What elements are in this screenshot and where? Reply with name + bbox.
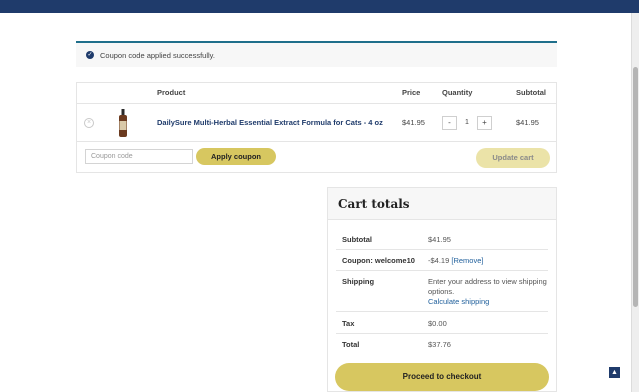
header-product: Product bbox=[157, 88, 186, 97]
proceed-to-checkout-button[interactable]: Proceed to checkout bbox=[335, 363, 549, 391]
calculate-shipping-link[interactable]: Calculate shipping bbox=[428, 297, 489, 306]
site-header-bar bbox=[0, 0, 639, 13]
cart-table: Product Price Quantity Subtotal × DailyS… bbox=[76, 82, 557, 173]
tax-value: $0.00 bbox=[428, 319, 447, 328]
quantity-plus-button[interactable]: + bbox=[477, 116, 492, 130]
subtotal-label: Subtotal bbox=[342, 235, 372, 244]
cart-totals-panel: Cart totals Subtotal $41.95 Coupon: welc… bbox=[327, 187, 557, 392]
shipping-info: Enter your address to view shipping opti… bbox=[428, 277, 547, 296]
tax-label: Tax bbox=[342, 319, 355, 328]
divider bbox=[336, 270, 548, 271]
notice-message: Coupon code applied successfully. bbox=[100, 50, 215, 60]
coupon-value: -$4.19 [Remove] bbox=[428, 256, 483, 265]
total-value: $37.76 bbox=[428, 340, 451, 349]
product-thumbnail[interactable] bbox=[117, 109, 129, 137]
remove-item-icon[interactable]: × bbox=[84, 118, 94, 128]
coupon-code-input[interactable]: Coupon code bbox=[85, 149, 193, 164]
page-scrollbar[interactable] bbox=[631, 13, 639, 392]
divider bbox=[336, 311, 548, 312]
divider bbox=[336, 333, 548, 334]
coupon-discount: -$4.19 bbox=[428, 256, 450, 265]
divider bbox=[77, 141, 556, 142]
cart-totals-header: Cart totals bbox=[328, 188, 556, 220]
quantity-input[interactable]: 1 bbox=[458, 116, 476, 130]
total-label: Total bbox=[342, 340, 360, 349]
apply-coupon-button[interactable]: Apply coupon bbox=[196, 148, 276, 165]
header-subtotal: Subtotal bbox=[516, 88, 546, 97]
subtotal-value: $41.95 bbox=[428, 235, 451, 244]
update-cart-button[interactable]: Update cart bbox=[476, 148, 550, 168]
item-price: $41.95 bbox=[402, 118, 425, 127]
success-notice: ✓ Coupon code applied successfully. bbox=[76, 41, 557, 67]
check-circle-icon: ✓ bbox=[86, 51, 94, 59]
back-to-top-icon[interactable]: ▲ bbox=[609, 367, 620, 378]
shipping-label: Shipping bbox=[342, 277, 375, 286]
divider bbox=[77, 103, 556, 104]
quantity-minus-button[interactable]: - bbox=[442, 116, 457, 130]
coupon-label: Coupon: welcome10 bbox=[342, 256, 415, 265]
header-quantity: Quantity bbox=[442, 88, 473, 97]
header-price: Price bbox=[402, 88, 421, 97]
divider bbox=[336, 249, 548, 250]
item-subtotal: $41.95 bbox=[516, 118, 539, 127]
cart-totals-title: Cart totals bbox=[338, 197, 410, 211]
remove-coupon-link[interactable]: [Remove] bbox=[451, 256, 483, 265]
scrollbar-thumb[interactable] bbox=[633, 67, 638, 307]
product-name-link[interactable]: DailySure Multi-Herbal Essential Extract… bbox=[157, 118, 383, 127]
